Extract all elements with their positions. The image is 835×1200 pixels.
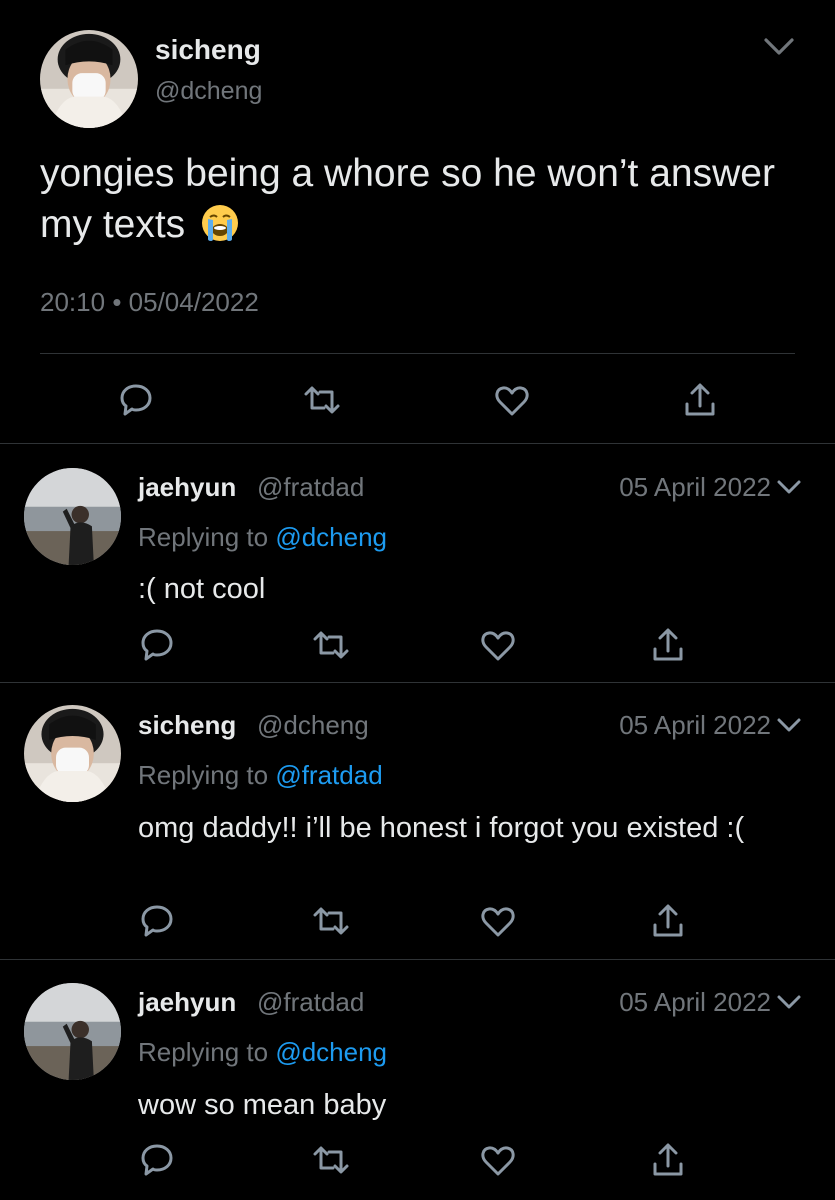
reply-tweet[interactable]: jaehyun @fratdad 05 April 2022 Replying … [0,960,835,1200]
like-icon[interactable] [478,1140,518,1180]
share-icon[interactable] [648,1140,688,1180]
replying-to-mention[interactable]: @dcheng [275,522,387,552]
meta-separator: • [112,287,122,317]
tweet-date: 05 April 2022 [619,472,771,502]
chevron-down-icon[interactable] [775,714,803,736]
like-icon[interactable] [478,901,518,941]
reply-tweet[interactable]: jaehyun @fratdad 05 April 2022 Replying … [0,444,835,682]
tweet-date: 05 April 2022 [619,987,771,1017]
share-icon[interactable] [648,625,688,665]
tweet-text-content: yongies being a whore so he won’t answer… [40,152,775,246]
replying-to: Replying to @fratdad [138,760,383,791]
author-handle[interactable]: @dcheng [257,710,369,741]
main-tweet: sicheng @dcheng yongies being a whore so… [0,0,835,444]
author-name[interactable]: jaehyun [138,472,236,503]
retweet-icon[interactable] [311,901,351,941]
author-handle[interactable]: @fratdad [257,987,364,1018]
replying-to-label: Replying to [138,760,269,790]
share-icon[interactable] [648,901,688,941]
author-handle[interactable]: @dcheng [155,77,262,106]
retweet-icon[interactable] [302,380,342,420]
avatar[interactable] [24,705,121,802]
chevron-down-icon[interactable] [775,991,803,1013]
loudly-crying-face-icon [200,203,240,243]
tweet-date: 05/04/2022 [128,287,259,317]
replying-to: Replying to @dcheng [138,1037,387,1068]
tweet-time: 20:10 [40,287,106,317]
tweet-date: 05 April 2022 [619,710,771,740]
author-handle[interactable]: @fratdad [257,472,364,503]
author-name[interactable]: jaehyun [138,987,236,1018]
tweet-text: :( not cool [138,573,266,605]
replying-to-mention[interactable]: @fratdad [275,760,382,790]
tweet-text: yongies being a whore so he won’t answer… [40,148,800,250]
author-name[interactable]: sicheng [138,710,236,741]
chevron-down-icon[interactable] [762,34,796,60]
retweet-icon[interactable] [311,1140,351,1180]
divider [40,353,795,354]
like-icon[interactable] [478,625,518,665]
author-name[interactable]: sicheng [155,34,261,66]
replying-to: Replying to @dcheng [138,522,387,553]
tweet-text: wow so mean baby [138,1089,387,1121]
retweet-icon[interactable] [311,625,351,665]
avatar[interactable] [40,30,138,128]
like-icon[interactable] [492,380,532,420]
chevron-down-icon[interactable] [775,476,803,498]
share-icon[interactable] [680,380,720,420]
reply-icon[interactable] [137,1140,177,1180]
reply-tweet[interactable]: sicheng @dcheng 05 April 2022 Replying t… [0,683,835,959]
replying-to-label: Replying to [138,522,269,552]
reply-icon[interactable] [116,380,156,420]
replying-to-label: Replying to [138,1037,269,1067]
tweet-text: omg daddy!! i’ll be honest i forgot you … [138,812,745,844]
replying-to-mention[interactable]: @dcheng [275,1037,387,1067]
avatar[interactable] [24,983,121,1080]
reply-icon[interactable] [137,901,177,941]
avatar[interactable] [24,468,121,565]
tweet-meta: 20:10 • 05/04/2022 [40,287,259,318]
reply-icon[interactable] [137,625,177,665]
